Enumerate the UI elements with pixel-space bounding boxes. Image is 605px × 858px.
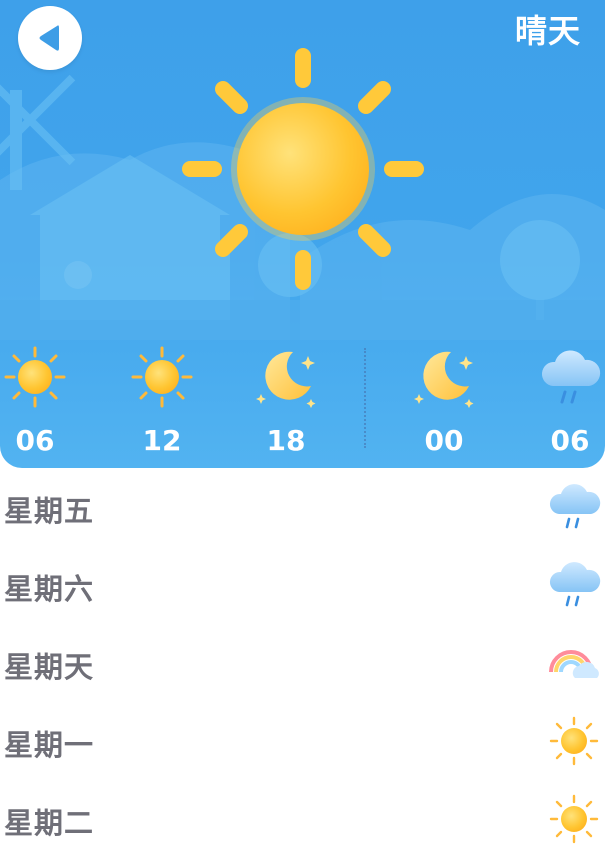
hourly-item: 18 bbox=[241, 344, 331, 464]
weather-title: 晴天 bbox=[514, 12, 581, 50]
hourly-forecast: 06 12 18 00 06 bbox=[0, 330, 605, 468]
sun-icon bbox=[549, 794, 599, 844]
hourly-item: 06 bbox=[0, 344, 80, 464]
daily-forecast-row[interactable]: 星期二 bbox=[0, 780, 605, 858]
moon-stars-icon bbox=[256, 351, 316, 408]
hourly-item: 00 bbox=[399, 344, 489, 464]
day-name: 星期天 bbox=[4, 650, 95, 684]
hourly-item: 12 bbox=[117, 344, 207, 464]
day-name: 星期五 bbox=[4, 494, 95, 528]
cloud-rain-icon bbox=[549, 562, 601, 607]
hourly-time: 12 bbox=[142, 424, 182, 457]
hourly-item: 06 bbox=[525, 344, 605, 464]
sun-icon bbox=[131, 346, 193, 408]
daily-forecast-row[interactable]: 星期六 bbox=[0, 546, 605, 624]
hourly-time: 06 bbox=[550, 424, 590, 457]
sun-icon bbox=[549, 716, 599, 766]
hourly-time: 18 bbox=[266, 424, 306, 457]
day-name: 星期一 bbox=[4, 728, 95, 762]
hourly-time: 00 bbox=[424, 424, 464, 457]
daily-forecast-row[interactable]: 星期五 bbox=[0, 468, 605, 546]
day-divider bbox=[364, 348, 366, 448]
rainbow-cloud-icon bbox=[549, 650, 599, 678]
cloud-rain-icon bbox=[549, 484, 601, 529]
daily-forecast-row[interactable]: 星期一 bbox=[0, 702, 605, 780]
cloud-rain-icon bbox=[541, 350, 601, 404]
sun-icon bbox=[182, 48, 424, 290]
daily-forecast-list: 星期五 星期六 星期天 星期一 星期二 bbox=[0, 468, 605, 858]
day-name: 星期二 bbox=[4, 806, 95, 840]
day-name: 星期六 bbox=[4, 572, 95, 606]
moon-stars-icon bbox=[414, 351, 474, 408]
sun-icon bbox=[4, 346, 66, 408]
hourly-time: 06 bbox=[15, 424, 55, 457]
back-arrow-icon bbox=[39, 25, 59, 51]
daily-forecast-row[interactable]: 星期天 bbox=[0, 624, 605, 702]
back-button[interactable] bbox=[18, 6, 82, 70]
weather-hero: 晴天 06 12 18 00 06 bbox=[0, 0, 605, 468]
